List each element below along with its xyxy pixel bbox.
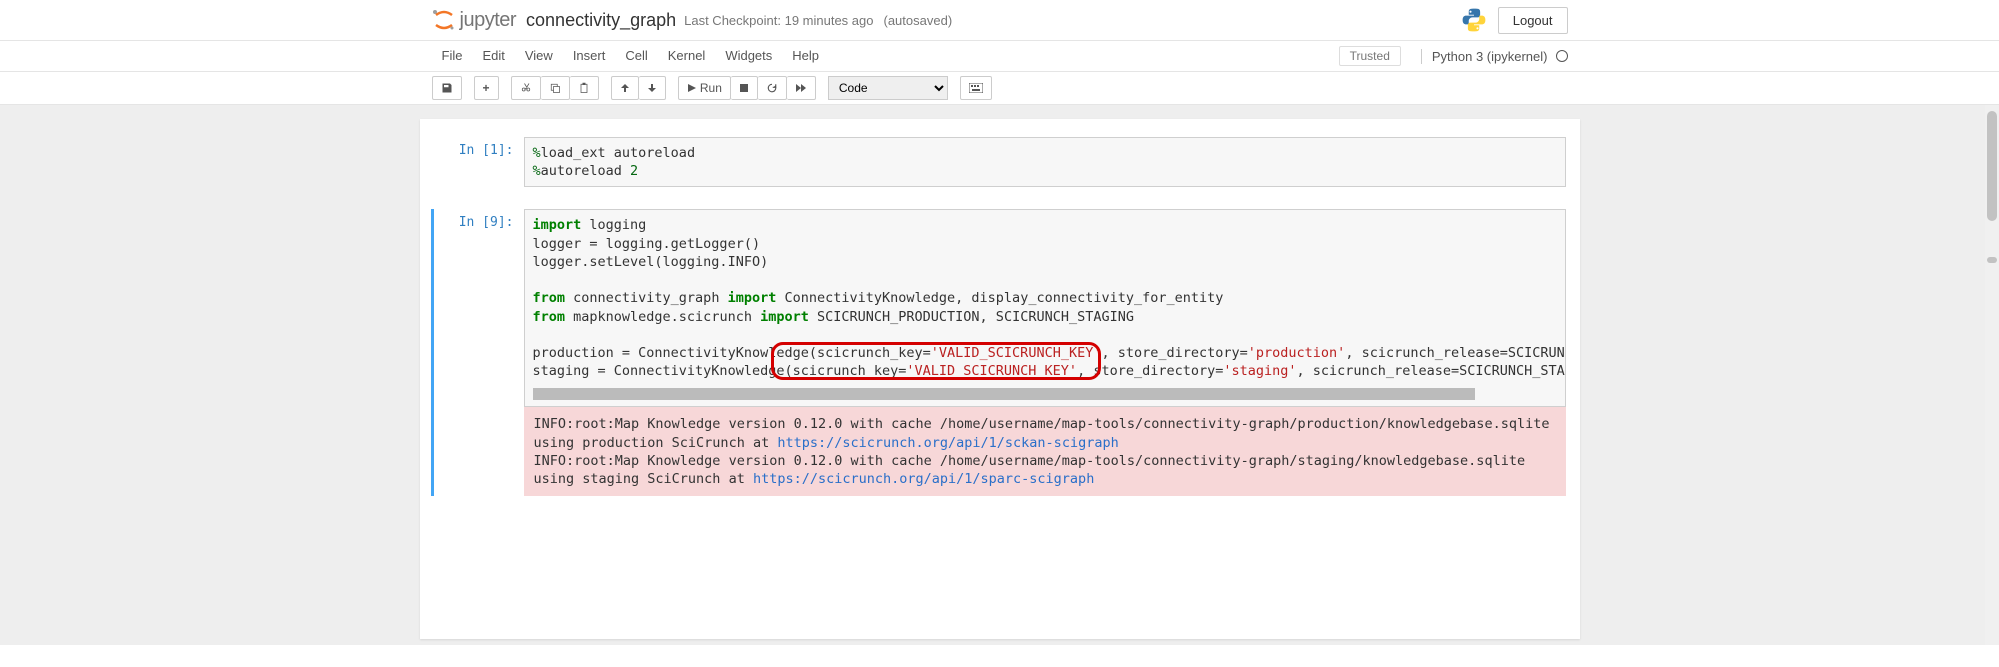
add-cell-button[interactable]: + <box>474 76 499 100</box>
move-down-button[interactable] <box>639 76 666 100</box>
menu-insert[interactable]: Insert <box>563 41 616 71</box>
jupyter-icon <box>432 8 456 32</box>
input-prompt: In [9]: <box>434 209 524 496</box>
menu-help[interactable]: Help <box>782 41 829 71</box>
code-input[interactable]: %load_ext autoreload %autoreload 2 <box>524 137 1566 187</box>
arrow-down-icon <box>647 83 657 93</box>
autosaved-label: (autosaved) <box>884 13 953 28</box>
save-icon <box>441 82 453 94</box>
page-scrollbar[interactable] <box>1985 105 1999 645</box>
kernel-idle-icon <box>1556 50 1568 62</box>
horizontal-scrollbar[interactable] <box>533 388 1475 400</box>
checkpoint-status: Last Checkpoint: 19 minutes ago <box>684 13 873 28</box>
restart-button[interactable] <box>758 76 787 100</box>
copy-icon <box>549 82 561 94</box>
paste-icon <box>578 82 590 94</box>
trusted-indicator[interactable]: Trusted <box>1339 46 1401 66</box>
python-icon <box>1460 6 1488 34</box>
notebook-area: In [1]: %load_ext autoreload %autoreload… <box>0 105 1999 645</box>
move-up-button[interactable] <box>611 76 639 100</box>
command-palette-button[interactable] <box>960 76 992 100</box>
menu-widgets[interactable]: Widgets <box>715 41 782 71</box>
kernel-name[interactable]: Python 3 (ipykernel) <box>1421 49 1548 64</box>
menu-kernel[interactable]: Kernel <box>658 41 716 71</box>
notebook-name[interactable]: connectivity_graph <box>526 10 676 31</box>
cell-output-log: INFO:root:Map Knowledge version 0.12.0 w… <box>524 407 1566 496</box>
logout-button[interactable]: Logout <box>1498 7 1568 34</box>
menu-cell[interactable]: Cell <box>615 41 657 71</box>
toolbar: + Run <box>0 72 1999 105</box>
app-name: jupyter <box>460 9 517 32</box>
menu-edit[interactable]: Edit <box>472 41 514 71</box>
save-button[interactable] <box>432 76 462 100</box>
celltype-select[interactable]: Code <box>828 76 948 100</box>
paste-button[interactable] <box>570 76 599 100</box>
code-cell[interactable]: In [9]: import logging logger = logging.… <box>434 209 1566 496</box>
code-input[interactable]: import logging logger = logging.getLogge… <box>524 209 1566 407</box>
cut-button[interactable] <box>511 76 541 100</box>
menu-view[interactable]: View <box>515 41 563 71</box>
stop-icon <box>739 83 749 93</box>
menu-file[interactable]: File <box>432 41 473 71</box>
jupyter-logo[interactable]: jupyter <box>432 8 517 32</box>
restart-run-all-button[interactable] <box>787 76 816 100</box>
interrupt-button[interactable] <box>731 76 758 100</box>
play-icon <box>687 83 697 93</box>
cut-icon <box>520 82 532 94</box>
menubar: File Edit View Insert Cell Kernel Widget… <box>0 41 1999 72</box>
keyboard-icon <box>969 83 983 93</box>
run-button[interactable]: Run <box>678 76 731 100</box>
copy-button[interactable] <box>541 76 570 100</box>
code-cell[interactable]: In [1]: %load_ext autoreload %autoreload… <box>434 137 1566 187</box>
input-prompt: In [1]: <box>434 137 524 187</box>
restart-icon <box>766 82 778 94</box>
arrow-up-icon <box>620 83 630 93</box>
header: jupyter connectivity_graph Last Checkpoi… <box>0 0 1999 41</box>
fast-forward-icon <box>795 83 807 93</box>
